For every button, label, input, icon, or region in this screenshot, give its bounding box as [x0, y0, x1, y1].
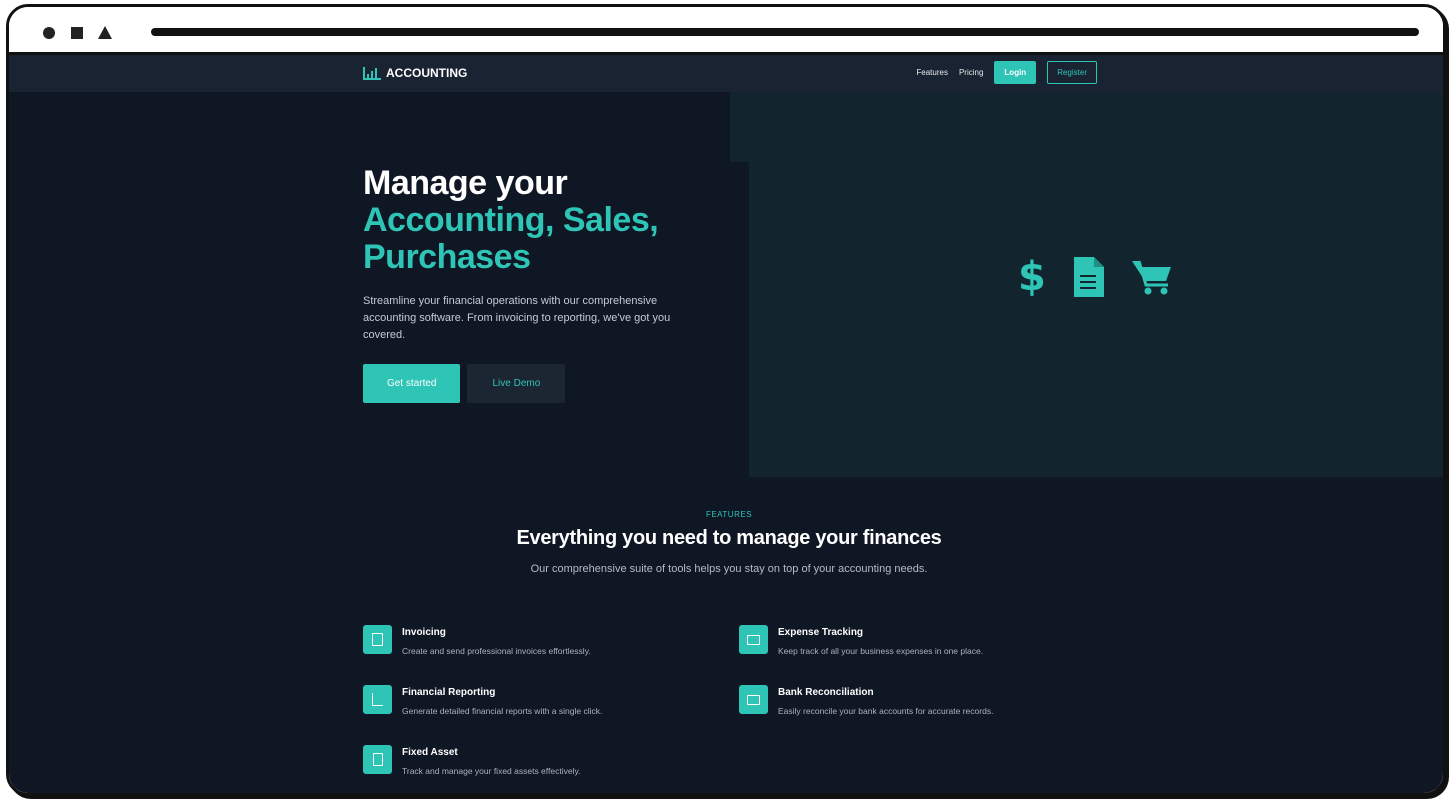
circle-icon: [43, 27, 55, 39]
dollar-icon: $: [1018, 254, 1046, 300]
feature-description: Create and send professional invoices ef…: [402, 646, 591, 656]
feature-item: Fixed Asset Track and manage your fixed …: [363, 745, 580, 776]
top-navbar: ACCOUNTING Features Pricing Login Regist…: [9, 55, 1443, 92]
feature-item: Financial Reporting Generate detailed fi…: [363, 685, 602, 716]
feature-item: Bank Reconciliation Easily reconcile you…: [739, 685, 993, 716]
credit-card-icon: [739, 625, 768, 654]
feature-item: Expense Tracking Keep track of all your …: [739, 625, 983, 656]
feature-description: Generate detailed financial reports with…: [402, 706, 603, 716]
hero-title: Manage your Accounting, Sales, Purchases: [363, 165, 713, 276]
nav-features-link[interactable]: Features: [916, 68, 948, 77]
feature-item: Invoicing Create and send professional i…: [363, 625, 591, 656]
features-title: Everything you need to manage your finan…: [516, 527, 942, 549]
device-frame: ACCOUNTING Features Pricing Login Regist…: [6, 4, 1446, 796]
hero-description: Streamline your financial operations wit…: [363, 295, 671, 341]
hero-icons: $: [1018, 257, 1172, 297]
panel-notch: [730, 162, 749, 477]
landing-page: ACCOUNTING Features Pricing Login Regist…: [9, 55, 1443, 793]
building-icon: [363, 745, 392, 774]
feature-title: Invoicing: [402, 627, 446, 638]
hero-title-line3: Purchases: [363, 238, 531, 276]
document-icon: [1073, 257, 1104, 297]
feature-title: Fixed Asset: [402, 747, 458, 758]
nav-pricing-link[interactable]: Pricing: [959, 68, 983, 77]
feature-description: Keep track of all your business expenses…: [778, 646, 984, 656]
cart-icon: [1131, 260, 1171, 295]
nav-links: Features Pricing Login Register: [916, 61, 1097, 84]
feature-title: Bank Reconciliation: [778, 687, 874, 698]
features-kicker: FEATURES: [705, 510, 753, 519]
feature-description: Easily reconcile your bank accounts for …: [778, 706, 994, 716]
hero-title-line2: Accounting, Sales,: [363, 201, 659, 239]
triangle-icon: [98, 26, 112, 39]
bank-card-icon: [739, 685, 768, 714]
square-icon: [71, 27, 83, 39]
hero-buttons: Get started Live Demo: [363, 364, 713, 403]
live-demo-button[interactable]: Live Demo: [467, 364, 566, 403]
hero-illustration-panel: $: [730, 92, 1443, 477]
feature-title: Financial Reporting: [402, 687, 496, 698]
login-button[interactable]: Login: [994, 61, 1037, 84]
get-started-button[interactable]: Get started: [363, 364, 461, 403]
hero-content: Manage your Accounting, Sales, Purchases…: [363, 165, 713, 403]
window-chrome: [9, 7, 1443, 55]
feature-title: Expense Tracking: [778, 627, 864, 638]
brand-name: ACCOUNTING: [386, 66, 468, 80]
hero-title-line1: Manage your: [363, 164, 568, 202]
features-section: FEATURES Everything you need to manage y…: [9, 510, 1443, 578]
features-subtitle: Our comprehensive suite of tools helps y…: [530, 563, 928, 575]
bar-chart-icon: [363, 66, 381, 80]
chart-icon: [363, 685, 392, 714]
register-button[interactable]: Register: [1047, 61, 1097, 84]
feature-description: Track and manage your fixed assets effec…: [402, 766, 581, 776]
brand-logo[interactable]: ACCOUNTING: [363, 66, 467, 80]
invoice-icon: [363, 625, 392, 654]
address-bar[interactable]: [151, 28, 1419, 36]
